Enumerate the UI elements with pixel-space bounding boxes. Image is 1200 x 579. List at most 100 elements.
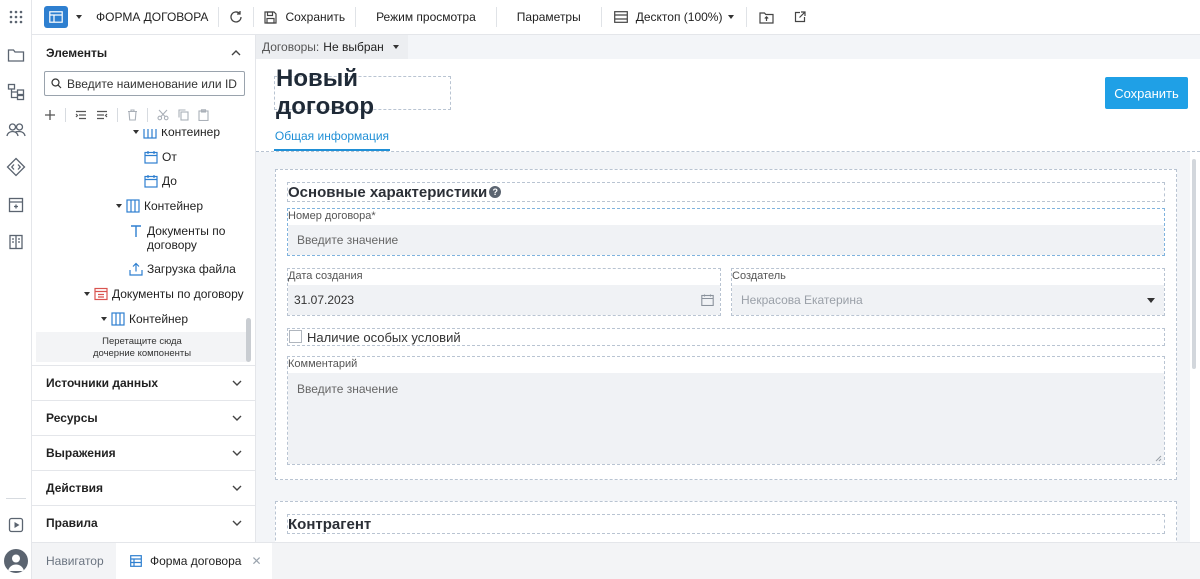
tree-node-from[interactable]: От [144, 150, 177, 164]
external-link-icon [794, 11, 807, 23]
form-type-icon[interactable] [44, 6, 68, 28]
book-icon[interactable] [6, 232, 26, 252]
device-label: Десктоп (100%) [635, 10, 723, 24]
toolbar-save-button[interactable]: Сохранить [254, 0, 355, 35]
created-date-input[interactable]: 31.07.2023 [288, 285, 720, 315]
chevron-down-icon [1147, 298, 1155, 303]
tree-node-to[interactable]: До [144, 174, 177, 188]
refresh-button[interactable] [219, 0, 253, 35]
left-rail [0, 0, 32, 579]
scissors-icon[interactable] [157, 109, 169, 121]
context-label: Договоры: [262, 40, 320, 54]
copy-icon[interactable] [178, 109, 189, 121]
main-characteristics-card: Основные характеристики ? Номер договора… [275, 169, 1177, 480]
folder-move-button[interactable] [747, 0, 786, 35]
upload-icon [129, 262, 143, 276]
drop-zone[interactable]: Перетащите сюда дочерние компоненты [36, 332, 248, 362]
text-icon [129, 224, 143, 238]
tree-node-label: До [162, 174, 177, 188]
section-title[interactable]: Основные характеристики ? [287, 182, 1165, 202]
caret-down-icon [84, 292, 90, 296]
comment-label: Комментарий [288, 358, 358, 370]
device-select[interactable]: Десктоп (100%) [602, 0, 747, 35]
context-selector[interactable]: Договоры: Не выбран [256, 35, 408, 59]
dropzone-line2: дочерние компоненты [92, 348, 192, 359]
tree-node-docs-by-contract[interactable]: Документы по договору [84, 287, 244, 301]
section-expressions[interactable]: Выражения [32, 435, 256, 470]
section-data-sources[interactable]: Источники данных [32, 365, 256, 400]
tree-node-container[interactable]: Контейнер [101, 312, 188, 326]
caret-down-icon [116, 204, 122, 208]
section-resources[interactable]: Ресурсы [32, 400, 256, 435]
tree-node-label: От [162, 150, 177, 164]
contract-number-label: Номер договора* [288, 210, 376, 222]
tree-node-label: Документы по договору [147, 224, 225, 252]
table-plus-icon[interactable] [6, 195, 26, 215]
params-button[interactable]: Параметры [497, 0, 601, 35]
dropzone-line1: Перетащите сюда [102, 336, 182, 347]
creator-label: Создатель [732, 270, 786, 282]
tree-node-container[interactable]: Контейнер [133, 129, 220, 139]
calendar-icon[interactable] [701, 294, 714, 306]
element-tree: Контейнер От До Контейнер Документы по до… [32, 129, 248, 365]
expand-all-icon[interactable] [75, 110, 87, 120]
code-diamond-icon[interactable] [6, 157, 26, 177]
collapse-all-icon[interactable] [96, 110, 108, 120]
view-mode-button[interactable]: Режим просмотра [356, 0, 496, 35]
section-title[interactable]: Контрагент [287, 514, 1165, 534]
play-icon[interactable] [6, 515, 26, 535]
section-rules[interactable]: Правила [32, 505, 256, 540]
tree-node-upload[interactable]: Загрузка файла [129, 262, 236, 276]
apps-grid-icon[interactable] [6, 7, 26, 27]
tools-divider [147, 108, 148, 122]
calendar-icon [144, 174, 158, 188]
section-actions[interactable]: Действия [32, 470, 256, 505]
tree-node-label: Контейнер [129, 312, 189, 326]
tree-node-docs-text[interactable]: Документы по договору [129, 224, 225, 252]
creator-select[interactable]: Некрасова Екатерина [732, 285, 1164, 315]
trash-icon[interactable] [127, 109, 138, 121]
contract-number-input[interactable]: Введите значение [288, 225, 1164, 255]
tab-form[interactable]: Форма договора ✕ [116, 543, 272, 579]
tree-node-label-line2: договору [147, 238, 197, 252]
tab-general-info[interactable]: Общая информация [274, 122, 390, 151]
form-scrollbar[interactable] [1192, 159, 1196, 369]
search-placeholder: Введите наименование или ID [67, 76, 237, 91]
folder-icon[interactable] [6, 45, 26, 65]
form-designer: Договоры: Не выбран Новый договор Сохран… [256, 35, 1200, 542]
tree-node-label: Документы по договору [112, 287, 244, 301]
resize-handle-icon[interactable] [1155, 455, 1162, 462]
structure-icon[interactable] [6, 82, 26, 102]
special-conditions-checkbox[interactable] [289, 330, 302, 343]
context-value: Не выбран [323, 40, 384, 54]
refresh-icon [229, 10, 243, 24]
toolbar-save-label: Сохранить [285, 10, 346, 24]
created-date-value: 31.07.2023 [294, 293, 355, 307]
page-title[interactable]: Новый договор [274, 65, 451, 120]
help-icon[interactable]: ? [489, 186, 502, 198]
document-group-icon [94, 287, 108, 301]
counterparty-card: Контрагент [275, 501, 1177, 542]
users-icon[interactable] [6, 120, 26, 140]
form-title: ФОРМА ДОГОВОРА [96, 10, 209, 24]
tree-node-container[interactable]: Контейнер [116, 199, 203, 213]
search-icon [51, 78, 62, 89]
element-search-input[interactable]: Введите наименование или ID [44, 71, 245, 96]
tab-navigator[interactable]: Навигатор [32, 543, 116, 579]
section-label: Действия [46, 481, 104, 495]
save-icon [264, 10, 278, 24]
close-icon[interactable]: ✕ [251, 554, 261, 568]
comment-textarea[interactable]: Введите значение [288, 373, 1164, 464]
form-type-dropdown-icon[interactable] [76, 15, 82, 19]
tree-scrollbar[interactable] [246, 318, 251, 362]
paste-icon[interactable] [198, 109, 209, 121]
save-button[interactable]: Сохранить [1105, 77, 1188, 109]
section-label: Источники данных [46, 376, 159, 390]
section-title-text: Основные характеристики [288, 183, 488, 201]
open-external-button[interactable] [786, 0, 814, 35]
add-icon[interactable] [44, 109, 56, 121]
chevron-up-icon [231, 50, 241, 56]
user-avatar-icon[interactable] [4, 549, 28, 573]
elements-header[interactable]: Элементы [32, 35, 255, 71]
container-icon [143, 129, 157, 139]
